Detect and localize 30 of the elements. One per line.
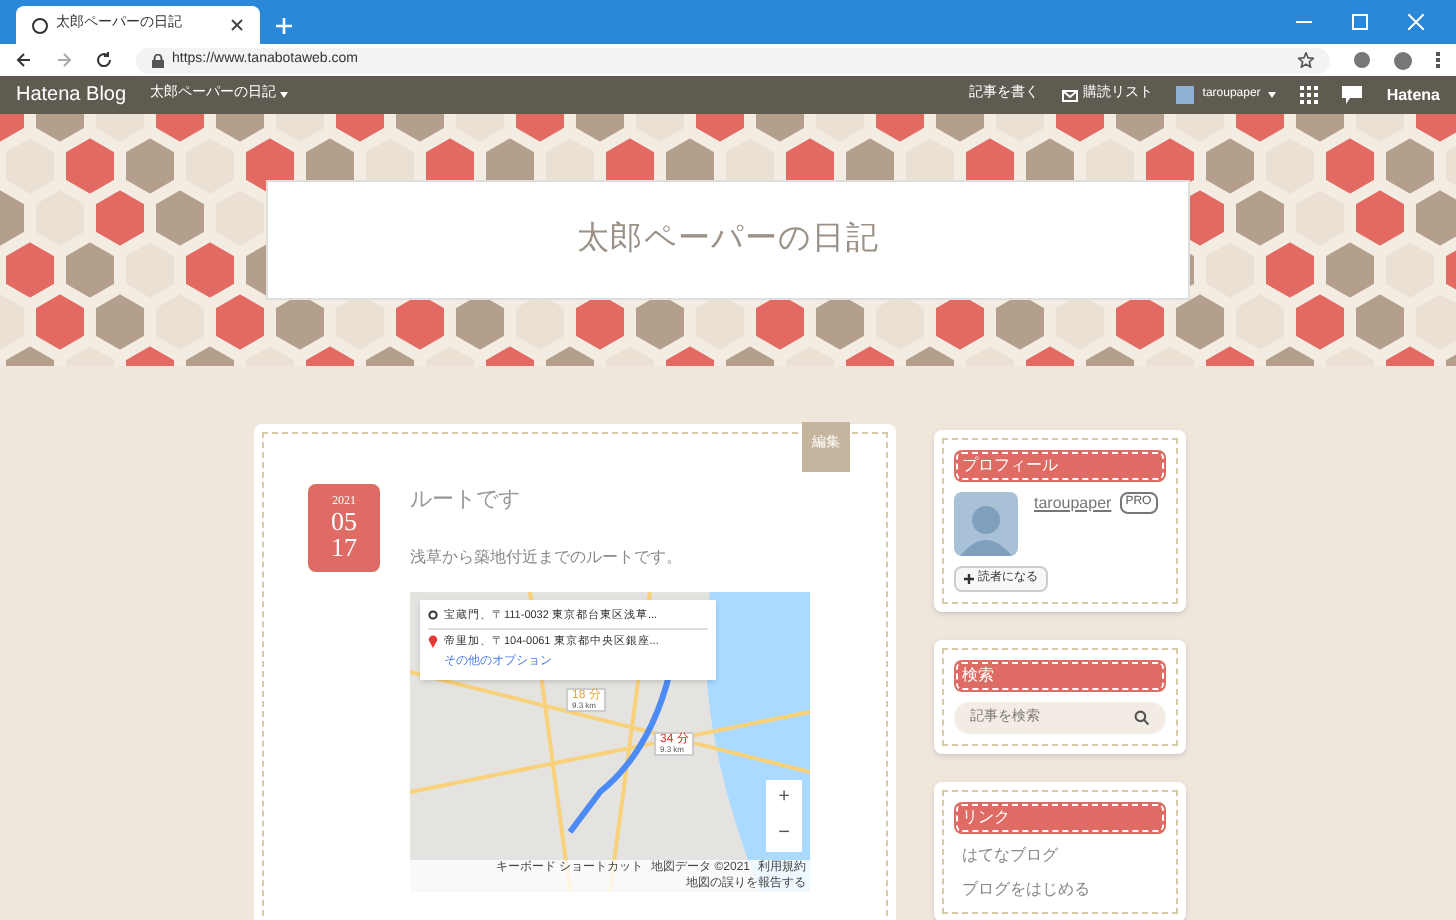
new-tab-icon[interactable] <box>276 18 292 34</box>
avatar-silhouette <box>954 492 1018 556</box>
star-icon[interactable] <box>1298 52 1314 68</box>
close-icon[interactable] <box>230 18 244 32</box>
maximize-icon[interactable] <box>1352 14 1368 30</box>
user-avatar <box>1176 86 1195 104</box>
back-arrow-icon[interactable] <box>16 52 32 68</box>
sidebar-link[interactable]: ブログをはじめる <box>954 878 1166 902</box>
grid-icon[interactable] <box>1300 86 1319 104</box>
lock-icon <box>152 53 164 67</box>
reload-icon[interactable] <box>96 52 112 68</box>
sidebar-link[interactable]: はてなブログ <box>954 844 1166 868</box>
envelope-icon <box>1062 89 1079 101</box>
hatena-logo[interactable]: Hatena <box>1386 83 1440 107</box>
comment-icon[interactable] <box>1342 86 1363 104</box>
entry-text: 浅草から築地付近までのルートです。 <box>410 545 684 569</box>
search-icon <box>1134 710 1150 726</box>
hatena-blog-logo[interactable]: Hatena Blog <box>16 80 127 110</box>
map-pin-icon <box>428 634 438 649</box>
widget-title: 検索 <box>954 660 1166 692</box>
widget-title: リンク <box>954 802 1166 834</box>
caret-icon <box>280 92 289 98</box>
plus-icon <box>964 574 974 584</box>
profile-username-link[interactable]: taroupaper <box>1034 492 1112 516</box>
site-favicon-icon <box>32 17 48 33</box>
widget-title: プロフィール <box>954 450 1166 482</box>
zoom-out-button[interactable]: − <box>766 815 802 851</box>
zoom-in-button[interactable]: + <box>766 779 802 815</box>
origin-circle-icon <box>428 610 438 621</box>
caret-icon <box>1268 92 1277 98</box>
